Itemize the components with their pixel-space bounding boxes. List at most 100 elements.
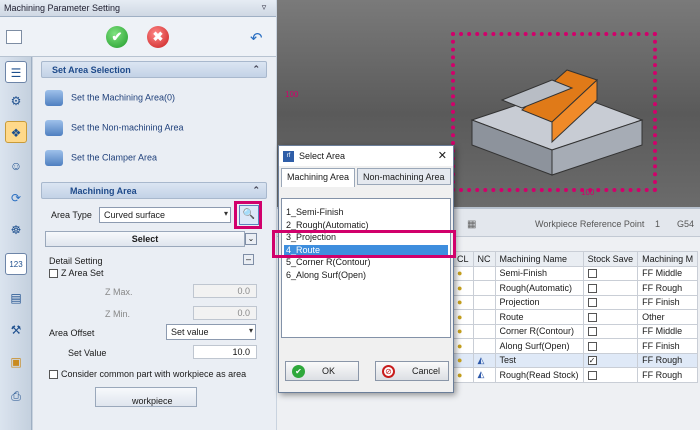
table-row[interactable]: ● Projection FF Finish	[452, 294, 699, 310]
column-header[interactable]: Stock Save	[582, 251, 639, 267]
table-row[interactable]: ● ◭ Test ✓ FF Rough	[452, 352, 699, 368]
z-max-field[interactable]: 0.0	[193, 284, 257, 298]
cl-icon[interactable]: ●	[452, 352, 474, 368]
set-value-field[interactable]: 10.0	[193, 345, 257, 359]
spring-icon[interactable]: ☸	[5, 219, 27, 241]
z-max-label: Z Max.	[105, 287, 133, 297]
undo-icon[interactable]: ↶	[250, 29, 263, 47]
area-offset-select[interactable]: Set value ▾	[166, 324, 256, 340]
move-icon[interactable]: ▦	[467, 219, 476, 230]
chevron-up-icon[interactable]: ⌃	[252, 185, 260, 196]
box-icon[interactable]: ▣	[5, 351, 27, 373]
stock-save-checkbox[interactable]	[582, 323, 639, 339]
reference-point-label: Workpiece Reference Point	[535, 219, 645, 229]
cancel-label: Cancel	[412, 366, 441, 376]
stock-save-checkbox[interactable]: ✓	[582, 352, 639, 368]
window-icon[interactable]	[6, 30, 22, 44]
cl-icon[interactable]: ●	[452, 265, 474, 281]
table-row[interactable]: ● Semi-Finish FF Middle	[452, 265, 699, 281]
select-button[interactable]: Select	[45, 231, 245, 247]
select-area-dialog: rf Select Area ✕ Machining Area Non-machin…	[278, 145, 454, 393]
reference-point-number[interactable]: 1	[655, 219, 660, 229]
drill-icon[interactable]: ⚒	[5, 319, 27, 341]
tab-non-machining-area[interactable]: Non-machining Area	[357, 168, 451, 185]
machining-area-header[interactable]: Machining Area ⌃	[41, 182, 267, 199]
cl-icon[interactable]: ●	[452, 309, 474, 325]
set-non-machining-area[interactable]: Set the Non-machining Area	[45, 120, 184, 138]
cl-icon[interactable]: ●	[452, 280, 474, 296]
cl-icon[interactable]: ●	[452, 367, 474, 383]
coordinate-system[interactable]: G54	[677, 219, 694, 229]
ok-icon[interactable]: ✔	[106, 26, 128, 48]
area-selection-header[interactable]: Set Area Selection ⌃	[41, 61, 267, 78]
table-row[interactable]: ● ◭ Rough(Read Stock) FF Rough	[452, 367, 699, 383]
nc-icon[interactable]: ◭	[472, 352, 496, 368]
consider-common-part-label: Consider common part with workpiece as a…	[61, 369, 247, 379]
collapse-icon[interactable]: –	[243, 254, 254, 265]
machining-name: Route	[494, 309, 584, 325]
consider-common-part-checkbox[interactable]: Consider common part with workpiece as a…	[49, 369, 247, 380]
ok-button[interactable]: ✔ OK	[285, 361, 359, 381]
stock-save-checkbox[interactable]	[582, 280, 639, 296]
machining-name: Rough(Read Stock)	[494, 367, 584, 383]
cancel-icon[interactable]: ✖	[147, 26, 169, 48]
nc-icon[interactable]	[472, 323, 496, 339]
z-min-field[interactable]: 0.0	[193, 306, 257, 320]
pin-icon[interactable]: ▿	[258, 2, 270, 14]
cl-icon[interactable]: ●	[452, 294, 474, 310]
nc-icon[interactable]	[472, 338, 496, 354]
machining-method: FF Middle	[637, 323, 699, 339]
close-icon[interactable]: ✕	[438, 149, 447, 162]
stock-save-checkbox[interactable]	[582, 265, 639, 281]
list-item[interactable]: 1_Semi-Finish	[284, 207, 344, 219]
tool-icon[interactable]: ⚙	[5, 90, 27, 112]
column-header[interactable]: Machining M	[637, 251, 699, 267]
checkbox-box	[587, 370, 597, 380]
table-row[interactable]: ● Route Other	[452, 309, 699, 325]
set-clamper-area[interactable]: Set the Clamper Area	[45, 150, 157, 168]
list-item[interactable]: 6_Along Surf(Open)	[284, 270, 366, 282]
area-offset-value: Set value	[171, 327, 209, 337]
machining-method: FF Rough	[637, 367, 699, 383]
doc-icon[interactable]: ▤	[5, 287, 27, 309]
ok-label: OK	[322, 366, 336, 376]
column-header[interactable]: NC	[472, 251, 496, 267]
cl-icon[interactable]: ●	[452, 338, 474, 354]
nc-icon[interactable]	[472, 309, 496, 325]
table-row[interactable]: ● Corner R(Contour) FF Middle	[452, 323, 699, 339]
cancel-button[interactable]: ⊘ Cancel	[375, 361, 449, 381]
nc-icon[interactable]	[472, 280, 496, 296]
stock-save-checkbox[interactable]	[582, 309, 639, 325]
workpiece-button[interactable]: workpiece	[95, 387, 197, 407]
list-item[interactable]: 5_Corner R(Contour)	[284, 257, 371, 269]
area-type-select[interactable]: Curved surface ▾	[99, 207, 231, 223]
stock-save-checkbox[interactable]	[582, 294, 639, 310]
cycle-icon[interactable]: ⟳	[5, 187, 27, 209]
person-icon[interactable]: ☺	[5, 155, 27, 177]
highlight-selected-item	[272, 230, 456, 258]
expand-icon[interactable]: ⌄	[245, 233, 257, 245]
nc-icon[interactable]	[472, 265, 496, 281]
list-icon[interactable]: ☰	[5, 61, 27, 83]
stock-save-checkbox[interactable]	[582, 338, 639, 354]
z-area-set-checkbox[interactable]: Z Area Set	[49, 268, 104, 279]
set-machining-area[interactable]: Set the Machining Area(0)	[45, 90, 175, 108]
print-icon[interactable]: ⎙	[5, 385, 27, 407]
chevron-up-icon[interactable]: ⌃	[252, 64, 260, 75]
area-list[interactable]: 1_Semi-Finish 2_Rough(Automatic) 3_Project…	[281, 198, 451, 338]
nc-icon[interactable]: ◭	[472, 367, 496, 383]
stock-save-checkbox[interactable]	[582, 367, 639, 383]
tab-machining-area[interactable]: Machining Area	[281, 168, 356, 187]
nc-icon[interactable]	[472, 294, 496, 310]
machining-method: FF Rough	[637, 352, 699, 368]
machining-name: Projection	[494, 294, 584, 310]
workpiece-model	[470, 69, 644, 176]
number-icon[interactable]: 123	[5, 253, 27, 275]
chevron-down-icon: ▾	[248, 326, 253, 335]
table-row[interactable]: ● Rough(Automatic) FF Rough	[452, 280, 699, 296]
checkbox-box	[587, 341, 597, 351]
column-header[interactable]: Machining Name	[494, 251, 584, 267]
table-row[interactable]: ● Along Surf(Open) FF Finish	[452, 338, 699, 354]
area-icon[interactable]: ❖	[5, 121, 27, 143]
cl-icon[interactable]: ●	[452, 323, 474, 339]
